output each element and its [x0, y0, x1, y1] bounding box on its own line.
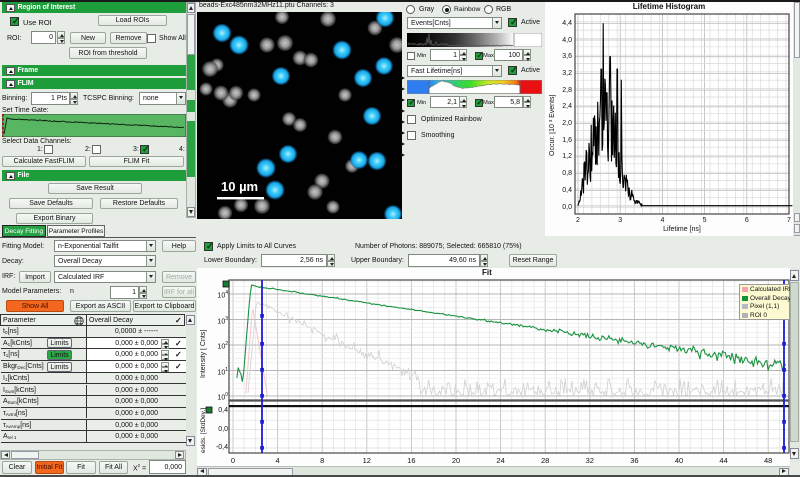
svg-text:10 µm: 10 µm — [221, 179, 258, 194]
